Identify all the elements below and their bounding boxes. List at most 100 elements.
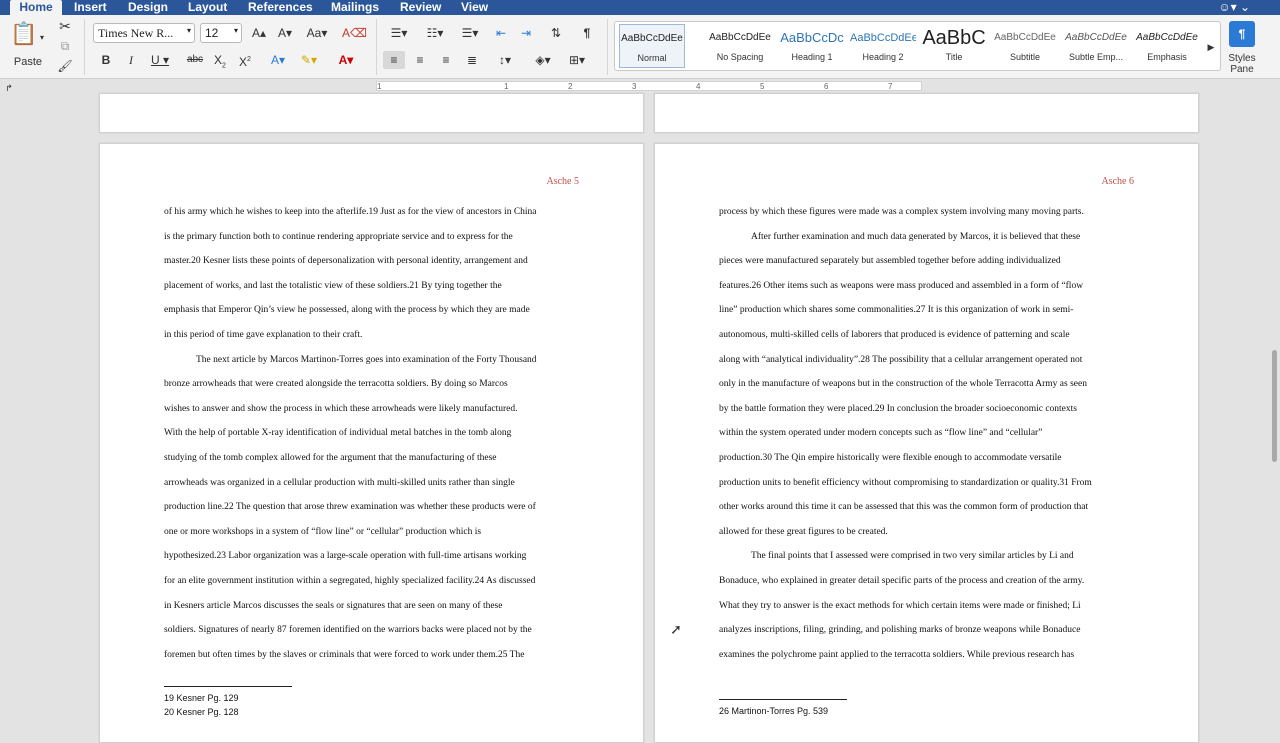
underline-icon[interactable]: U ▾ (146, 51, 174, 69)
multilevel-list-icon[interactable]: ☰▾ (455, 24, 485, 42)
sort-icon[interactable]: ⇅ (546, 24, 566, 42)
tab-stop-icon[interactable]: ↱ (4, 79, 14, 97)
clear-formatting-icon[interactable]: A⌫ (342, 24, 367, 42)
text-effects-icon[interactable]: A▾ (265, 51, 291, 69)
shrink-font-icon[interactable]: A▾ (275, 24, 295, 42)
italic-icon[interactable]: I (121, 51, 141, 69)
body-text-line: bronze arrowheads that were created alon… (164, 379, 508, 390)
align-center-icon[interactable]: ≡ (409, 51, 431, 69)
body-text-line: one or more workshops in a system of “fl… (164, 526, 482, 537)
ruler-mark: 2 (568, 82, 573, 91)
body-text-line: production units to benefit efficiency w… (719, 477, 1092, 488)
superscript-icon[interactable]: X2 (235, 51, 255, 71)
mouse-cursor-icon: ➚ (670, 621, 682, 637)
body-text-line: With the help of portable X-ray identifi… (164, 428, 512, 439)
style-label: Title (945, 52, 963, 62)
body-text-line: What they try to answer is the exact met… (719, 600, 1081, 611)
tab-layout[interactable]: Layout (188, 0, 227, 15)
align-right-icon[interactable]: ≡ (435, 51, 457, 69)
copy-icon[interactable]: ⧉ (57, 37, 73, 55)
chevron-down-icon: ▾ (233, 26, 238, 35)
paste-button[interactable]: Paste (6, 53, 50, 71)
numbering-icon[interactable]: ☷▾ (420, 24, 450, 42)
body-text-line: studying of the tomb complex allowed for… (164, 453, 497, 463)
ribbon: 📋 ▾ Paste ✂ ⧉ 🖌 Times New R... ▾ 12 ▾ A▴… (0, 15, 1280, 79)
tab-design[interactable]: Design (128, 0, 168, 15)
document-page-6[interactable]: Asche 6 process by which these figures w… (654, 143, 1199, 743)
style-title[interactable]: AaBbC Title (921, 24, 987, 68)
bullets-icon[interactable]: ☰▾ (384, 24, 414, 42)
font-name-select[interactable]: Times New R... ▾ (93, 23, 195, 43)
page-header: Asche 6 (1101, 176, 1135, 187)
decrease-indent-icon[interactable]: ⇤ (491, 24, 511, 42)
align-left-icon[interactable]: ≡ (383, 51, 405, 69)
ruler-bar[interactable]: 1 1 2 3 4 5 6 7 (376, 81, 922, 91)
tab-insert[interactable]: Insert (74, 0, 107, 15)
paste-clipboard-icon[interactable]: 📋 (10, 19, 37, 49)
body-text-line: features.26 Other items such as weapons … (719, 280, 1084, 291)
shading-icon[interactable]: ◈▾ (528, 51, 558, 69)
borders-icon[interactable]: ⊞▾ (562, 51, 592, 69)
tab-references[interactable]: References (248, 0, 313, 15)
body-text-line: of his army which he wishes to keep into… (164, 207, 537, 217)
style-heading-1[interactable]: AaBbCcDc Heading 1 (779, 24, 845, 68)
tab-mailings[interactable]: Mailings (331, 0, 379, 15)
paste-dropdown-icon[interactable]: ▾ (36, 29, 48, 47)
body-text-line: hypothesized.23 Labor organization was a… (164, 551, 527, 562)
style-subtitle[interactable]: AaBbCcDdEe Subtitle (992, 24, 1058, 68)
style-label: Subtitle (1009, 52, 1041, 62)
styles-pane-button[interactable]: Styles Pane (1222, 53, 1262, 75)
body-text-line: After further examination and much data … (751, 231, 1081, 242)
vertical-scrollbar[interactable] (1272, 350, 1277, 462)
body-text-line: production line.22 The question that aro… (164, 502, 536, 513)
style-preview: AaBbC (922, 27, 986, 49)
body-text-line: by the battle formation they were placed… (719, 403, 1077, 414)
body-text-line: autonomous, multi-skilled cells of labor… (719, 330, 1070, 340)
feedback-smiley-icon[interactable]: ☺▾ ⌄ (1218, 0, 1250, 14)
justify-icon[interactable]: ≣ (461, 51, 483, 69)
font-size-value: 12 (205, 26, 219, 40)
style-subtle-emphasis[interactable]: AaBbCcDdEe Subtle Emp... (1063, 24, 1129, 68)
divider (84, 19, 85, 75)
body-text-line: master.20 Kesner lists these points of d… (164, 256, 528, 267)
show-formatting-icon[interactable]: ¶ (578, 24, 596, 42)
body-text-line: only in the manufacture of weapons but i… (719, 379, 1087, 390)
tab-home[interactable]: Home (10, 0, 62, 15)
format-painter-icon[interactable]: 🖌 (57, 57, 73, 75)
grow-font-icon[interactable]: A▴ (249, 24, 269, 42)
change-case-icon[interactable]: Aa▾ (302, 24, 332, 42)
line-spacing-icon[interactable]: ↕▾ (490, 51, 520, 69)
subscript-icon[interactable]: X2 (210, 51, 230, 75)
body-text-line: in this period of time gave explanation … (164, 330, 363, 340)
body-text-line: other works around this time it can be a… (719, 502, 1089, 513)
body-text-line: analyzes inscriptions, filing, grinding,… (719, 625, 1081, 636)
body-text-line: arrowheads was organized in a cellular p… (164, 477, 515, 488)
styles-pane-icon[interactable]: ¶ (1229, 21, 1255, 47)
horizontal-ruler: ↱ 1 1 2 3 4 5 6 7 (0, 79, 1280, 93)
style-label: Normal (637, 53, 667, 63)
body-text-line: production.30 The Qin empire historicall… (719, 453, 1062, 463)
increase-indent-icon[interactable]: ⇥ (516, 24, 536, 42)
cut-icon[interactable]: ✂ (57, 17, 73, 35)
styles-more-arrow-icon[interactable]: ▶ (1205, 38, 1217, 56)
ruler-mark: 4 (696, 82, 701, 91)
ruler-mark: 6 (824, 82, 829, 91)
font-color-icon[interactable]: A▾ (333, 51, 359, 69)
style-no-spacing[interactable]: AaBbCcDdEe No Spacing (707, 24, 773, 68)
document-page-5[interactable]: Asche 5 of his army which he wishes to k… (99, 143, 644, 743)
body-text-line: The next article by Marcos Martinon-Torr… (196, 354, 537, 365)
tab-review[interactable]: Review (400, 0, 441, 15)
highlight-icon[interactable]: ✎▾ (296, 51, 322, 69)
previous-page-bottom (654, 93, 1199, 133)
tab-view[interactable]: View (461, 0, 488, 15)
style-preview: AaBbCcDdEe (850, 32, 916, 44)
strikethrough-icon[interactable]: abc (183, 51, 207, 69)
font-size-select[interactable]: 12 ▾ (200, 23, 242, 43)
bold-icon[interactable]: B (96, 51, 116, 69)
ruler-mark: 1 (377, 82, 382, 91)
ruler-mark: 5 (760, 82, 765, 91)
style-normal[interactable]: AaBbCcDdEe Normal (619, 24, 685, 68)
footnote-separator (719, 699, 847, 700)
style-heading-2[interactable]: AaBbCcDdEe Heading 2 (850, 24, 916, 68)
style-emphasis[interactable]: AaBbCcDdEe Emphasis (1134, 24, 1200, 68)
